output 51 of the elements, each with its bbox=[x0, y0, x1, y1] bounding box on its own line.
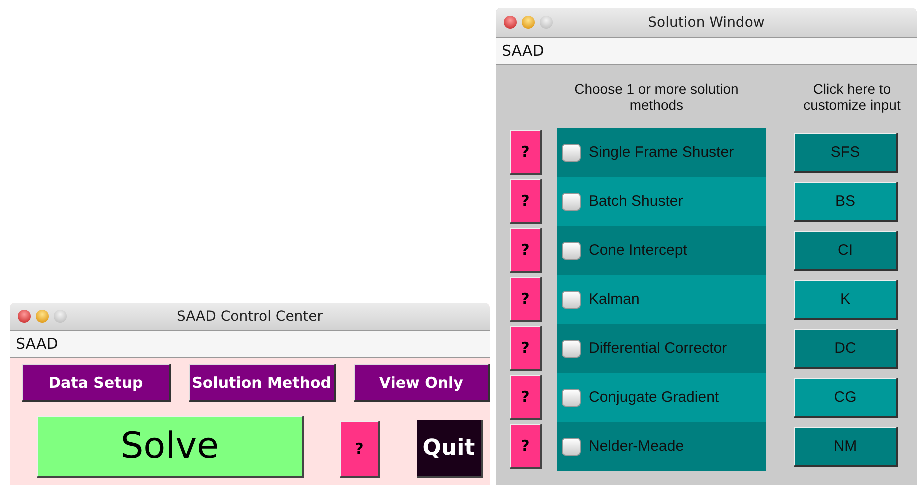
menu-item[interactable]: SAAD bbox=[502, 42, 544, 60]
method-row[interactable]: Kalman bbox=[557, 275, 766, 324]
window-title: SAAD Control Center bbox=[176, 308, 324, 324]
method-label: Differential Corrector bbox=[589, 340, 728, 357]
nav-button[interactable]: Data Setup bbox=[22, 364, 171, 402]
checkbox[interactable] bbox=[562, 290, 581, 308]
help-button[interactable]: ? bbox=[510, 375, 542, 420]
method-label: Conjugate Gradient bbox=[589, 389, 720, 406]
nav-button[interactable]: View Only bbox=[354, 364, 490, 402]
method-label: Nelder-Meade bbox=[589, 438, 684, 455]
close-icon[interactable] bbox=[504, 16, 517, 29]
checkbox[interactable] bbox=[562, 438, 581, 456]
method-row[interactable]: Cone Intercept bbox=[557, 226, 766, 275]
nav-button[interactable]: Solution Method bbox=[188, 364, 336, 402]
checkbox[interactable] bbox=[562, 192, 581, 210]
column-header: Choose 1 or more solution methods bbox=[574, 80, 740, 112]
minimize-icon[interactable] bbox=[36, 310, 49, 323]
customize-button[interactable]: BS bbox=[794, 182, 898, 222]
column-header: Click here to customize input bbox=[802, 80, 902, 112]
method-row[interactable]: Nelder-Meade bbox=[557, 422, 766, 471]
method-label: Batch Shuster bbox=[589, 193, 684, 210]
method-label: Cone Intercept bbox=[589, 242, 688, 259]
help-button[interactable]: ? bbox=[510, 277, 542, 322]
help-button[interactable]: ? bbox=[340, 421, 380, 478]
solve-button[interactable]: Solve bbox=[37, 416, 304, 478]
customize-button[interactable]: CI bbox=[794, 230, 898, 270]
customize-button[interactable]: CG bbox=[794, 378, 898, 418]
help-button[interactable]: ? bbox=[510, 179, 542, 224]
quit-button[interactable]: Quit bbox=[417, 420, 483, 478]
customize-button[interactable]: K bbox=[794, 280, 898, 320]
customize-button[interactable]: DC bbox=[794, 328, 898, 368]
checkbox[interactable] bbox=[562, 340, 581, 358]
checkbox[interactable] bbox=[562, 242, 581, 260]
help-button[interactable]: ? bbox=[510, 424, 542, 469]
method-row[interactable]: Batch Shuster bbox=[557, 177, 766, 226]
customize-button[interactable]: NM bbox=[794, 426, 898, 466]
help-button[interactable]: ? bbox=[510, 228, 542, 273]
minimize-icon[interactable] bbox=[522, 16, 535, 29]
checkbox[interactable] bbox=[562, 388, 581, 406]
customize-button[interactable]: SFS bbox=[794, 132, 898, 172]
method-label: Single Frame Shuster bbox=[589, 144, 734, 161]
menu-item[interactable]: SAAD bbox=[16, 335, 58, 353]
method-row[interactable]: Differential Corrector bbox=[557, 324, 766, 373]
checkbox[interactable] bbox=[562, 144, 581, 162]
help-button[interactable]: ? bbox=[510, 326, 542, 371]
window-title: Solution Window bbox=[648, 14, 765, 30]
method-row[interactable]: Single Frame Shuster bbox=[557, 128, 766, 177]
method-row[interactable]: Conjugate Gradient bbox=[557, 373, 766, 422]
help-button[interactable]: ? bbox=[510, 130, 542, 175]
method-label: Kalman bbox=[589, 291, 640, 308]
close-icon[interactable] bbox=[18, 310, 31, 323]
